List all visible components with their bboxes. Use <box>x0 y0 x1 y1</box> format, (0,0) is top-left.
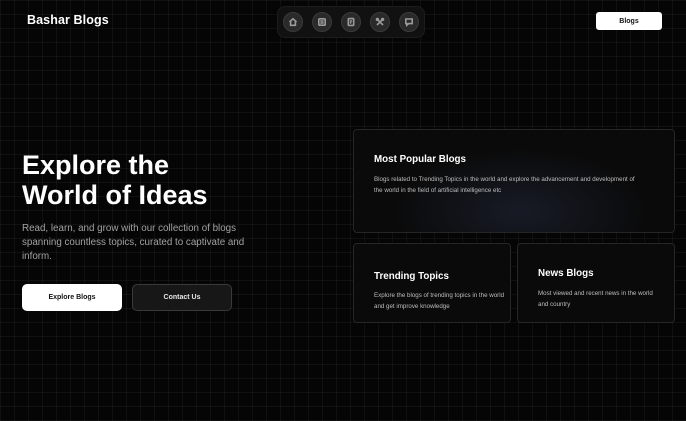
hero-title: Explore the World of Ideas <box>22 150 208 210</box>
hero-subtitle: Read, learn, and grow with our collectio… <box>22 223 245 262</box>
hero-title-line-1: Explore the <box>22 150 170 180</box>
card-news-blogs[interactable]: News Blogs Most viewed and recent news i… <box>517 243 675 323</box>
home-icon[interactable] <box>283 12 303 32</box>
card-description: Blogs related to Trending Topics in the … <box>374 176 635 194</box>
chat-icon[interactable] <box>399 12 419 32</box>
blog-list-icon[interactable] <box>312 12 332 32</box>
card-trending-topics[interactable]: Trending Topics Explore the blogs of tre… <box>353 243 511 323</box>
blogs-button[interactable]: Blogs <box>596 12 662 30</box>
card-description: Explore the blogs of trending topics in … <box>374 292 505 310</box>
card-most-popular-blogs[interactable]: Most Popular Blogs Blogs related to Tren… <box>353 129 675 233</box>
card-description: Most viewed and recent news in the world… <box>538 290 653 308</box>
card-title: News Blogs <box>538 268 594 279</box>
card-title: Trending Topics <box>374 271 449 282</box>
card-title: Most Popular Blogs <box>374 154 466 165</box>
book-icon[interactable] <box>341 12 361 32</box>
tools-icon[interactable] <box>370 12 390 32</box>
brand-title[interactable]: Bashar Blogs <box>27 13 109 27</box>
hero-title-line-2: World of Ideas <box>22 180 208 210</box>
contact-us-button[interactable]: Contact Us <box>132 284 232 311</box>
explore-blogs-button[interactable]: Explore Blogs <box>22 284 122 311</box>
icon-nav-bar <box>277 6 425 38</box>
